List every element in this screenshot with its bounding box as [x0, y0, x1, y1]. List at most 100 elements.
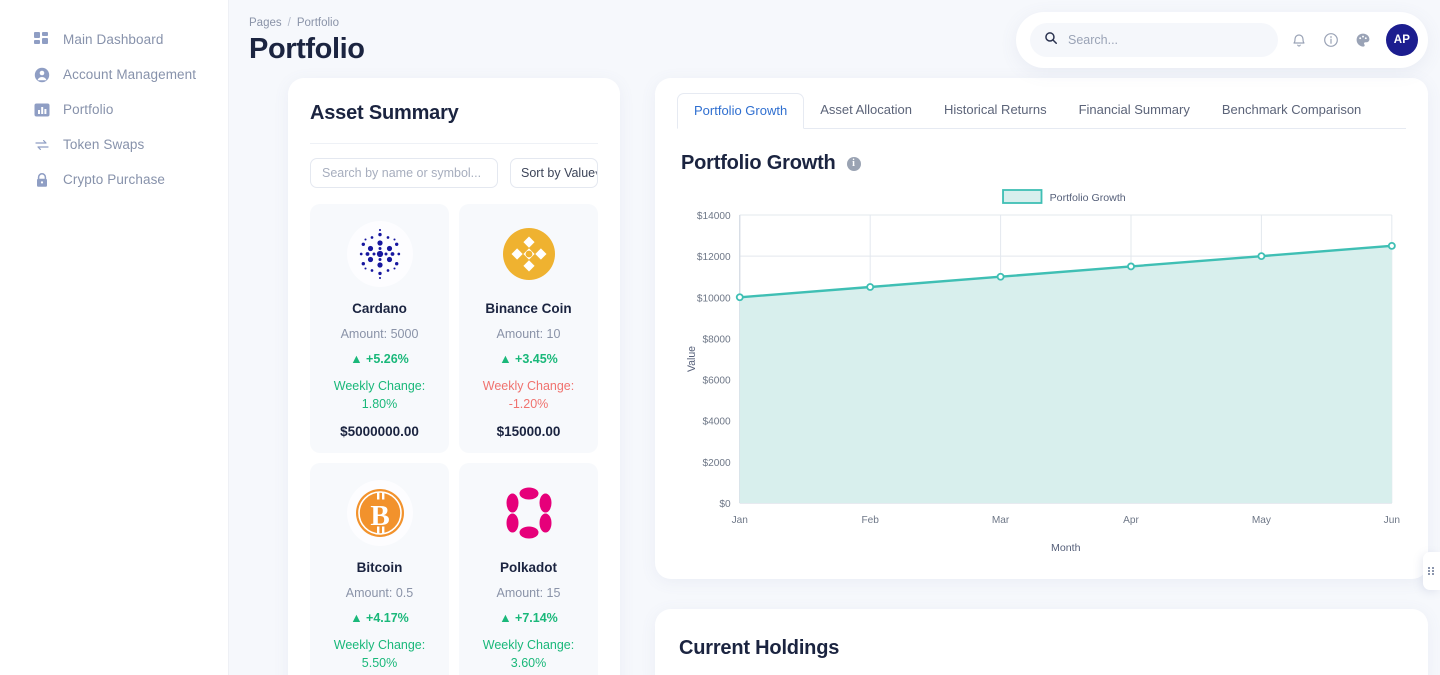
grid-dashboard-icon [34, 31, 50, 48]
search-icon [1044, 31, 1058, 50]
sort-by-select[interactable]: Sort by Value ▾ [510, 158, 598, 188]
svg-text:Apr: Apr [1123, 515, 1139, 526]
svg-text:Portfolio Growth: Portfolio Growth [1050, 192, 1126, 204]
chart-svg: $0 $2000 $4000 $6000 $8000 $10000 $12000 $14000… [686, 189, 1400, 554]
user-circle-icon [34, 67, 50, 83]
sidebar-item-portfolio[interactable]: Portfolio [0, 92, 228, 127]
tab-benchmark-comparison[interactable]: Benchmark Comparison [1206, 93, 1377, 129]
topbar-actions: AP [1016, 12, 1428, 68]
sidebar-item-label: Account Management [63, 67, 197, 82]
tab-historical-returns[interactable]: Historical Returns [928, 93, 1063, 129]
content-grid: Asset Summary Sort by Value ▾ [229, 78, 1440, 675]
svg-text:$6000: $6000 [703, 376, 732, 387]
bar-chart-icon [34, 102, 50, 118]
chart-header: Portfolio Growth i [681, 152, 1406, 175]
page-title: Portfolio [249, 33, 365, 65]
asset-change: ▲ +5.26% [350, 352, 409, 366]
sidebar-item-label: Token Swaps [63, 137, 145, 152]
breadcrumb-root[interactable]: Pages [249, 17, 282, 29]
svg-text:$12000: $12000 [697, 252, 731, 263]
asset-tile[interactable]: Polkadot Amount: 15 ▲ +7.14% Weekly Chan… [459, 463, 598, 675]
swap-arrows-icon [34, 137, 50, 153]
asset-change: ▲ +4.17% [350, 611, 409, 626]
svg-text:Value: Value [686, 346, 698, 372]
tab-financial-summary[interactable]: Financial Summary [1063, 93, 1206, 129]
svg-text:Feb: Feb [861, 515, 879, 526]
sidebar-item-crypto-purchase[interactable]: Crypto Purchase [0, 162, 228, 197]
panel-tabs: Portfolio Growth Asset Allocation Histor… [677, 92, 1406, 129]
asset-tile[interactable]: Binance Coin Amount: 10 ▲ +3.45% Weekly … [459, 204, 598, 454]
lock-icon [34, 172, 50, 188]
sidebar-item-label: Main Dashboard [63, 32, 164, 47]
asset-amount: Amount: 10 [496, 327, 561, 341]
asset-controls: Sort by Value ▾ [310, 158, 598, 188]
page-header: Pages / Portfolio Portfolio [249, 17, 365, 66]
asset-summary-title: Asset Summary [310, 102, 459, 124]
drag-handle-icon[interactable] [1423, 552, 1440, 590]
asset-weekly-change: Weekly Change: 1.80% [333, 379, 426, 412]
info-circle-icon[interactable]: i [846, 156, 861, 171]
sort-by-label: Sort by Value [521, 166, 596, 180]
sidebar-item-label: Portfolio [63, 102, 114, 117]
sidebar-item-token-swaps[interactable]: Token Swaps [0, 127, 228, 162]
palette-icon[interactable] [1352, 29, 1374, 51]
chart-title: Portfolio Growth [681, 152, 836, 174]
asset-name: Cardano [352, 301, 407, 316]
asset-search-input[interactable] [310, 158, 498, 188]
asset-amount: Amount: 0.5 [345, 586, 414, 601]
asset-weekly-change: Weekly Change: 3.60% [482, 638, 575, 671]
svg-text:$4000: $4000 [703, 417, 732, 428]
tab-asset-allocation[interactable]: Asset Allocation [804, 93, 928, 129]
asset-value: $15000.00 [496, 424, 561, 440]
current-holdings-title: Current Holdings [679, 637, 840, 659]
avatar[interactable]: AP [1386, 24, 1418, 56]
search-input[interactable] [1068, 33, 1264, 47]
divider [310, 143, 598, 144]
asset-name: Bitcoin [356, 560, 403, 576]
svg-text:$0: $0 [719, 499, 731, 510]
drag-handle-glyph [1427, 567, 1434, 575]
svg-text:$8000: $8000 [703, 334, 732, 345]
asset-change: ▲ +7.14% [499, 611, 558, 626]
svg-text:Jun: Jun [1384, 515, 1400, 526]
sidebar-item-account-management[interactable]: Account Management [0, 57, 228, 92]
asset-amount: Amount: 5000 [340, 327, 419, 341]
svg-text:$14000: $14000 [697, 211, 731, 222]
asset-value: $5000000.00 [340, 424, 419, 440]
asset-weekly-change: Weekly Change: -1.20% [482, 379, 575, 412]
asset-change: ▲ +3.45% [499, 352, 558, 366]
topbar: Pages / Portfolio Portfolio Search... AP [229, 0, 1440, 78]
asset-summary-card: Asset Summary Sort by Value ▾ [288, 78, 620, 675]
info-circle-icon[interactable] [1320, 29, 1342, 51]
svg-text:Mar: Mar [992, 515, 1010, 526]
app-root: Main Dashboard Account Management Portfo… [0, 0, 1440, 675]
chevron-down-icon: ▾ [595, 167, 597, 180]
asset-name: Binance Coin [485, 301, 572, 316]
sidebar-item-label: Crypto Purchase [63, 172, 166, 187]
svg-text:$10000: $10000 [697, 293, 731, 304]
asset-weekly-change: Weekly Change: 5.50% [333, 638, 426, 671]
polkadot-logo [506, 487, 551, 539]
asset-tile[interactable]: Cardano Amount: 5000 ▲ +5.26% Weekly Cha… [310, 204, 449, 454]
bell-icon[interactable] [1288, 29, 1310, 51]
breadcrumb-separator: / [287, 17, 291, 29]
breadcrumb-current[interactable]: Portfolio [297, 17, 339, 29]
breadcrumb: Pages / Portfolio [249, 17, 365, 29]
tab-portfolio-growth[interactable]: Portfolio Growth [677, 93, 805, 129]
svg-text:B: B [370, 500, 389, 532]
cardano-logo [346, 221, 413, 287]
portfolio-chart-card: Portfolio Growth Asset Allocation Histor… [655, 78, 1428, 579]
current-holdings-card: Current Holdings [655, 609, 1428, 675]
sidebar-item-main-dashboard[interactable]: Main Dashboard [0, 22, 228, 57]
svg-text:May: May [1252, 515, 1271, 526]
global-search[interactable] [1030, 23, 1278, 57]
asset-name: Polkadot [499, 560, 557, 576]
svg-text:Jan: Jan [732, 515, 748, 526]
portfolio-growth-chart: $0 $2000 $4000 $6000 $8000 $10000 $12000 $14000… [677, 181, 1406, 561]
binance-logo [502, 228, 555, 280]
asset-grid: Cardano Amount: 5000 ▲ +5.26% Weekly Cha… [310, 204, 598, 675]
sidebar: Main Dashboard Account Management Portfo… [0, 0, 229, 675]
bitcoin-logo: B [346, 480, 413, 547]
main-area: Pages / Portfolio Portfolio Search... AP… [229, 0, 1440, 675]
asset-tile[interactable]: B Bitcoin Amount: 0.5 ▲ +4.17% Weekly Ch… [310, 463, 449, 675]
